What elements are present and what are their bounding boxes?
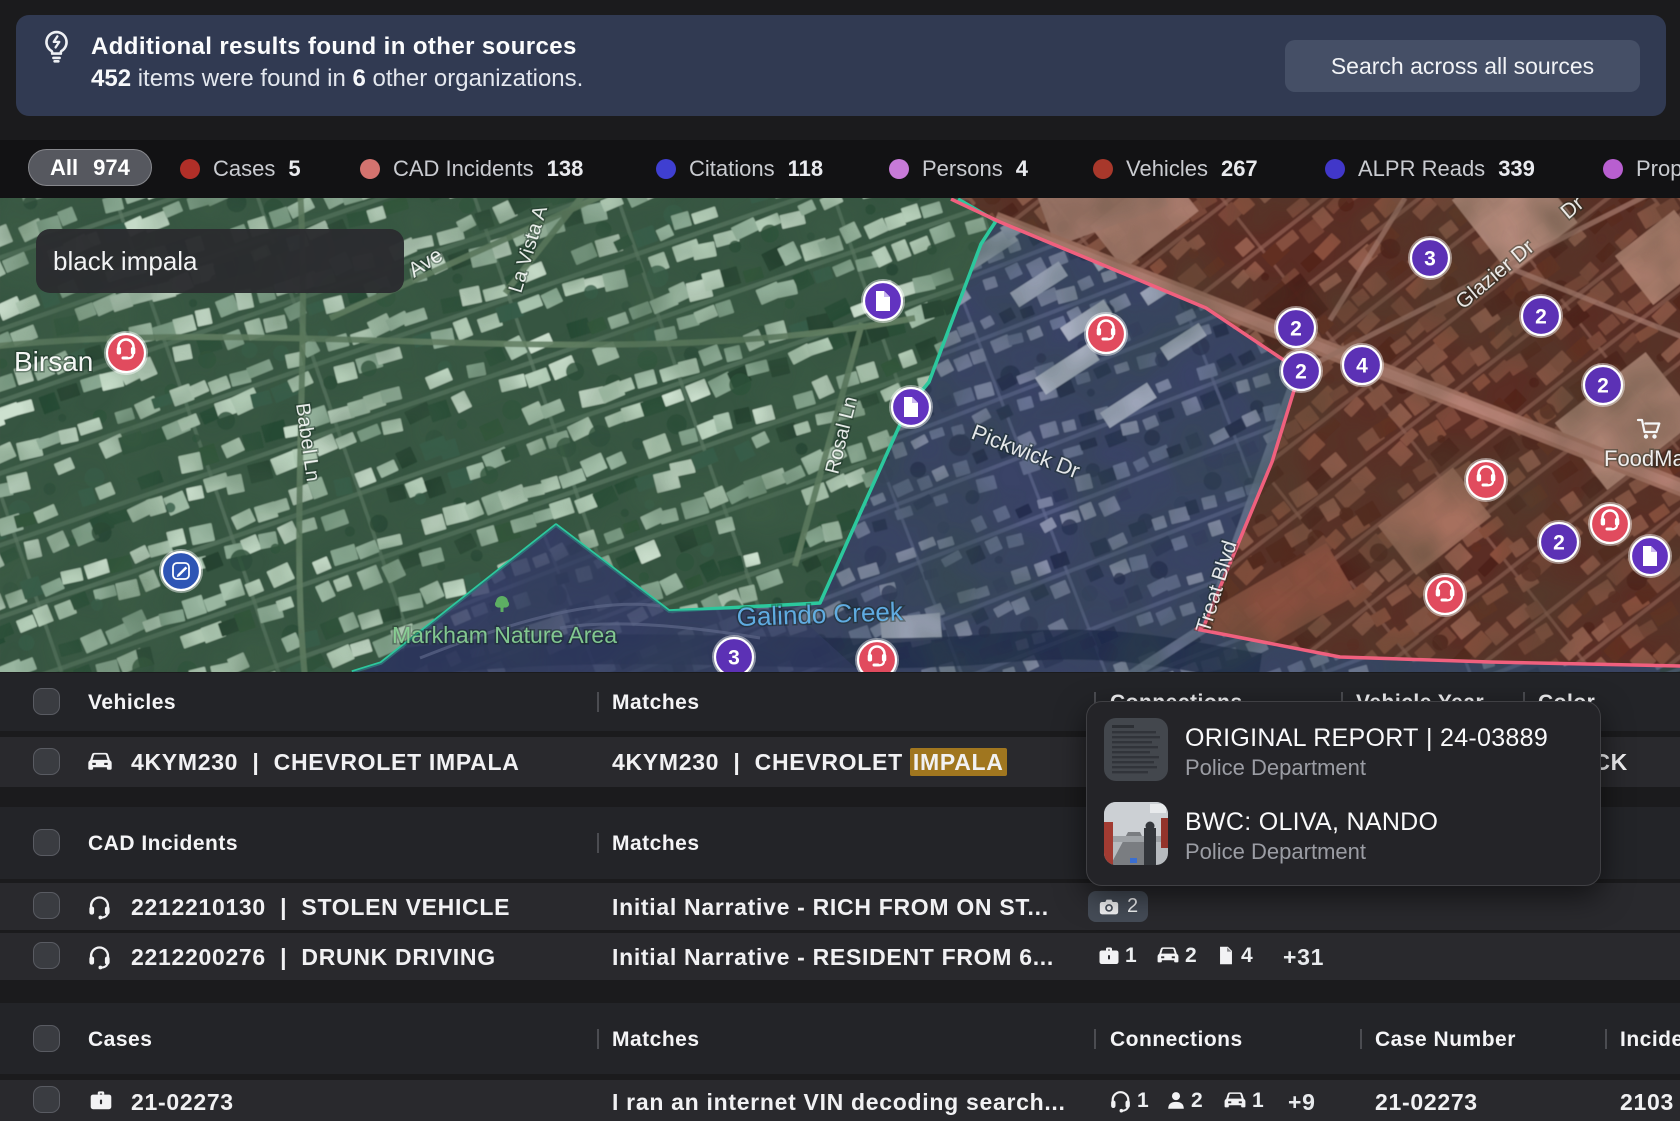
svg-text:Galindo Creek: Galindo Creek: [736, 596, 904, 632]
svg-text:3: 3: [1424, 248, 1436, 271]
svg-text:FoodMa: FoodMa: [1604, 446, 1680, 471]
svg-text:2: 2: [1597, 375, 1609, 398]
svg-text:3: 3: [728, 647, 740, 670]
svg-text:2: 2: [1295, 361, 1307, 384]
svg-text:Birsan: Birsan: [14, 346, 93, 377]
svg-text:Markham Nature Area: Markham Nature Area: [392, 622, 617, 648]
svg-text:2: 2: [1535, 306, 1547, 329]
svg-text:2: 2: [1290, 318, 1302, 341]
svg-text:2: 2: [1553, 532, 1565, 555]
svg-text:4: 4: [1356, 355, 1368, 378]
